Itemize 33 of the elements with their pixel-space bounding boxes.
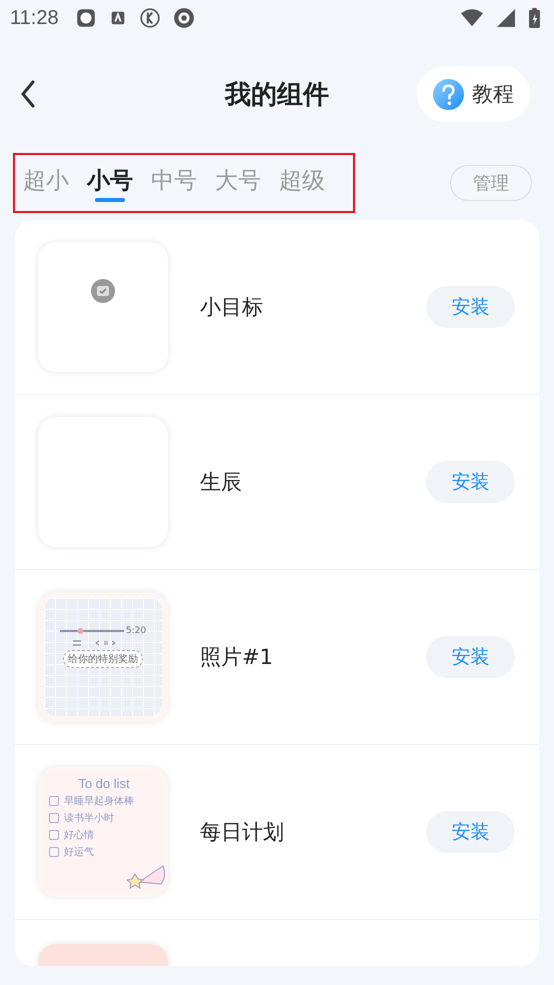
size-tab[interactable]: 超小 <box>23 164 69 202</box>
install-button[interactable]: 安装 <box>426 811 515 853</box>
page-title: 我的组件 <box>225 78 329 112</box>
calendar-check-icon <box>90 278 116 304</box>
size-tab[interactable]: 大号 <box>215 164 261 202</box>
tutorial-button[interactable]: 教程 <box>417 66 530 122</box>
install-button[interactable]: 安装 <box>426 286 515 328</box>
todo-item: 读书半小时 <box>64 812 114 825</box>
install-button[interactable]: 安装 <box>426 636 515 678</box>
manage-button[interactable]: 管理 <box>450 165 532 201</box>
status-time: 11:28 <box>10 6 59 30</box>
question-icon <box>433 78 464 110</box>
song-time: 5:20 <box>126 626 146 636</box>
widget-name: 生辰 <box>200 469 243 496</box>
wifi-icon <box>461 8 483 28</box>
widget-name: 每日计划 <box>200 819 285 846</box>
app-icon <box>138 7 161 29</box>
size-tab[interactable]: 小号 <box>87 164 133 202</box>
todo-item: 早睡早起身体棒 <box>64 794 134 808</box>
app-icon <box>172 7 195 29</box>
signal-icon <box>495 8 517 28</box>
todo-title: To do list <box>77 776 131 791</box>
size-tab[interactable]: 超级 <box>279 164 325 202</box>
todo-item: 好心情 <box>64 828 94 842</box>
battery-icon <box>529 8 540 28</box>
app-icon <box>74 7 97 29</box>
size-tab[interactable]: 中号 <box>151 164 197 202</box>
app-icon <box>108 9 127 27</box>
install-button[interactable]: 安装 <box>426 461 515 503</box>
widget-name: 照片#1 <box>200 644 274 671</box>
todo-item: 好运气 <box>64 846 94 859</box>
photo-caption: 给你的特别奖励 <box>63 650 143 668</box>
widget-name: 小目标 <box>200 294 264 321</box>
